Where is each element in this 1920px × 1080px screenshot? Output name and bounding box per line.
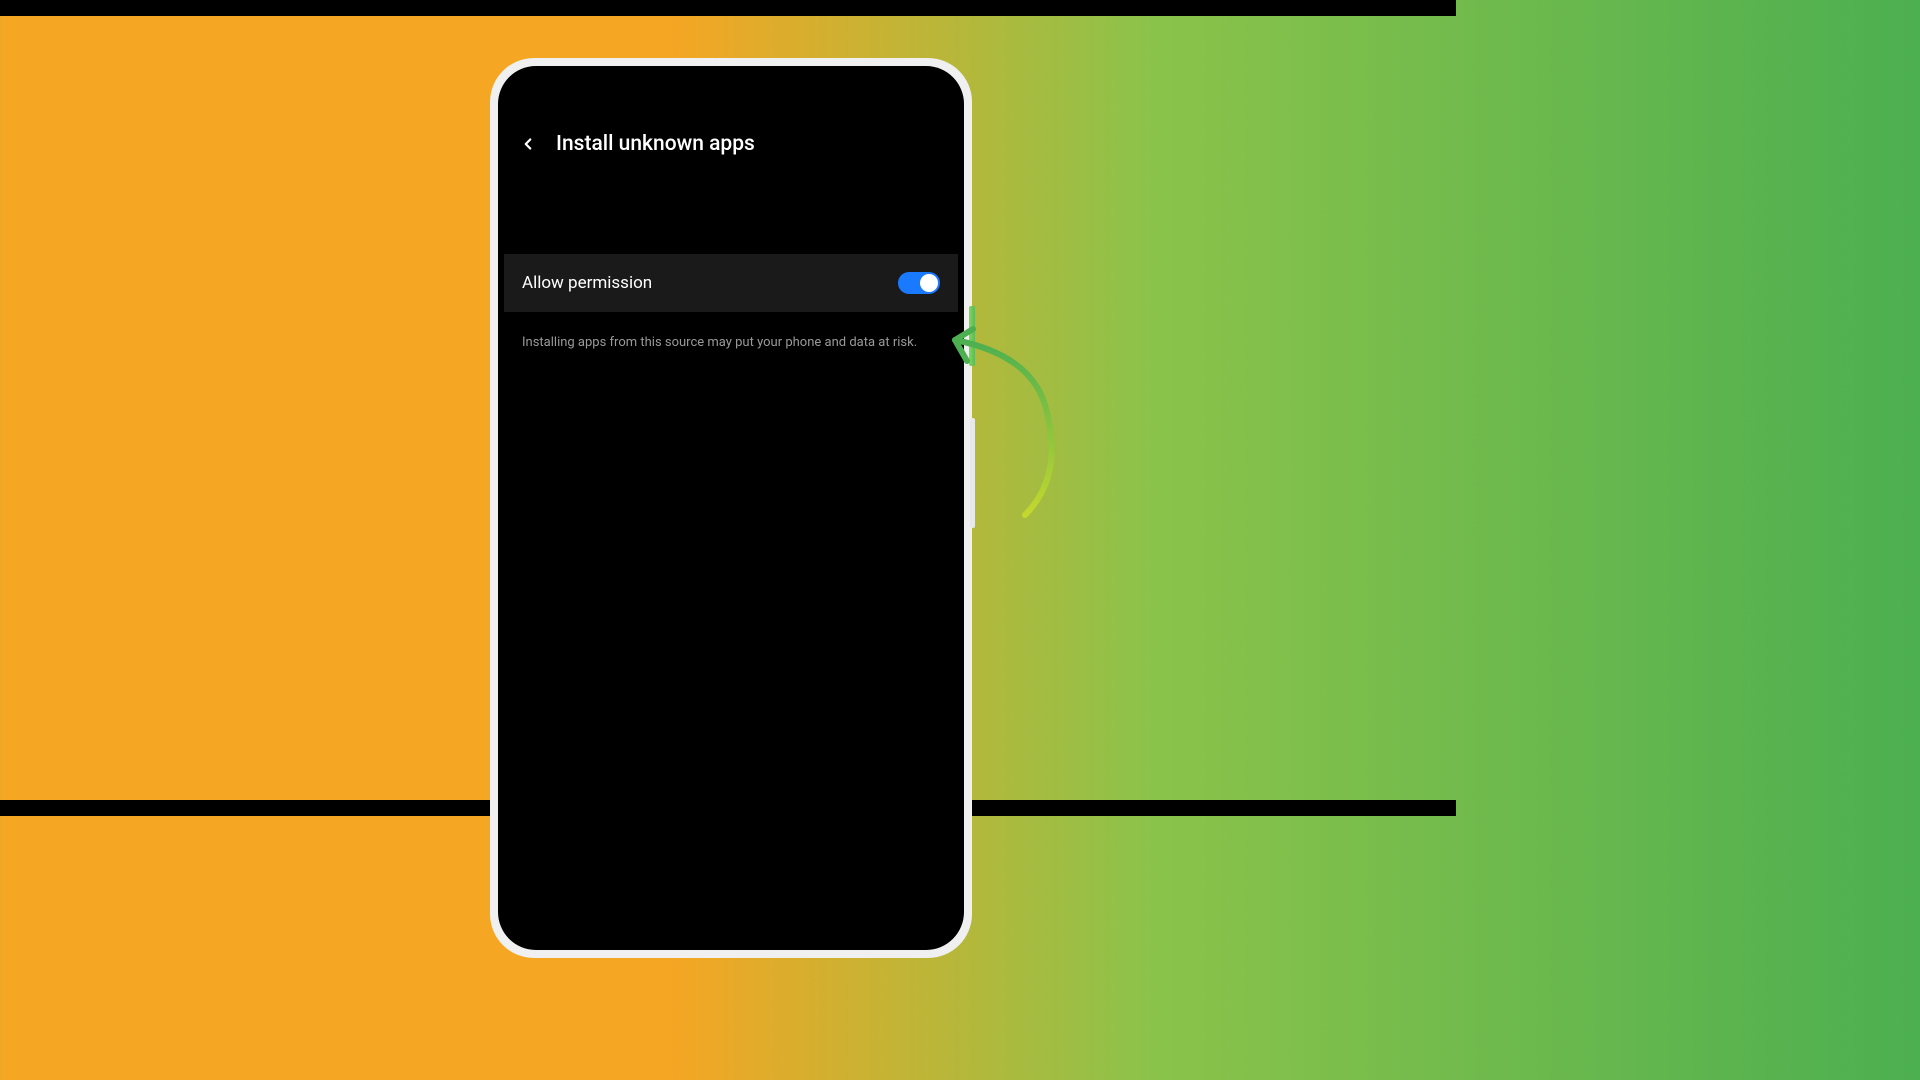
settings-content: Allow permission Installing apps from th… <box>504 174 958 374</box>
phone-bezel: Install unknown apps Allow permission In… <box>498 66 964 950</box>
setting-label: Allow permission <box>522 273 652 293</box>
letterbox-top <box>0 0 1456 16</box>
phone-screen: Install unknown apps Allow permission In… <box>504 80 958 944</box>
back-button[interactable] <box>516 132 540 156</box>
phone-frame: Install unknown apps Allow permission In… <box>490 58 972 958</box>
permission-toggle[interactable] <box>898 272 940 294</box>
side-button-volume <box>969 306 975 366</box>
allow-permission-row[interactable]: Allow permission <box>504 254 958 312</box>
warning-description: Installing apps from this source may put… <box>504 312 958 374</box>
page-title: Install unknown apps <box>556 132 755 156</box>
chevron-left-icon <box>519 135 537 153</box>
toggle-knob <box>920 274 938 292</box>
settings-header: Install unknown apps <box>504 88 958 174</box>
side-button-power <box>970 418 975 528</box>
